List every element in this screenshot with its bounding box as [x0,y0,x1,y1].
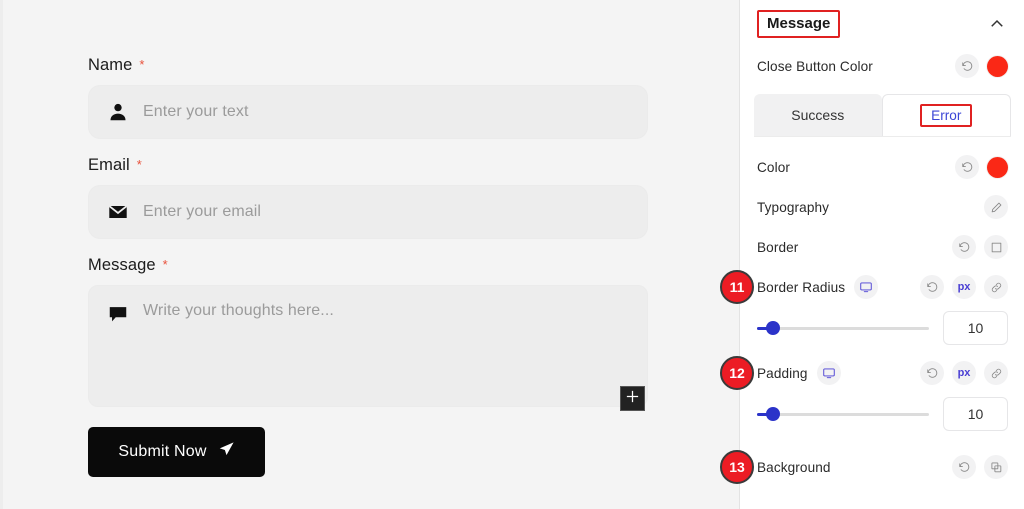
email-required-asterisk: * [136,157,142,172]
message-placeholder: Write your thoughts here... [143,302,334,319]
close-button-color-label: Close Button Color [757,58,873,74]
submit-button[interactable]: Submit Now [88,427,265,477]
border-box-icon[interactable] [984,235,1008,259]
form-field-message: Message * Write your thoughts here... [88,256,648,407]
envelope-icon [107,201,129,223]
border-radius-slider[interactable] [757,319,929,337]
close-button-color-row: Close Button Color [740,44,1023,88]
typography-label: Typography [757,199,830,215]
typography-row: Typography [740,187,1023,227]
slider-thumb[interactable] [766,321,781,335]
name-required-asterisk: * [139,57,145,72]
reset-icon[interactable] [955,155,979,179]
callout-badge-12: 12 [720,356,754,390]
settings-panel: Message Close Button Color Success Error [720,0,1023,509]
border-radius-row: 11 Border Radius px [720,267,1023,307]
reset-icon[interactable] [952,235,976,259]
email-label-text: Email [88,156,130,174]
monitor-icon[interactable] [816,361,841,385]
panel-header: Message [740,0,1023,44]
callout-badge-11: 11 [720,270,754,304]
border-row: Border [740,227,1023,267]
callout-badge-13: 13 [720,450,754,484]
user-icon [107,101,129,123]
message-label: Message * [88,256,648,275]
name-input[interactable]: Enter your text [88,85,648,139]
message-textarea[interactable]: Write your thoughts here... [88,285,648,407]
border-radius-label: Border Radius [757,279,846,295]
email-input[interactable]: Enter your email [88,185,648,239]
reset-icon[interactable] [920,361,944,385]
message-required-asterisk: * [162,257,168,272]
email-placeholder: Enter your email [143,203,262,220]
unit-px-button[interactable]: px [952,275,976,299]
form-field-email: Email * Enter your email [88,156,648,239]
close-button-color-swatch[interactable] [987,55,1008,77]
reset-icon[interactable] [920,275,944,299]
slider-thumb[interactable] [766,407,781,421]
padding-label: Padding [757,365,808,381]
email-label: Email * [88,156,648,175]
state-tabs: Success Error [740,94,1023,136]
contact-form: Name * Enter your text Email * Enter you… [88,56,648,477]
form-preview-canvas: Name * Enter your text Email * Enter you… [0,0,740,509]
add-widget-button[interactable] [620,386,645,411]
monitor-icon[interactable] [854,275,879,299]
name-placeholder: Enter your text [143,103,249,120]
tab-success-label: Success [791,107,845,123]
layers-icon[interactable] [984,455,1008,479]
border-label: Border [757,239,799,255]
unit-px-label: px [957,366,971,379]
submit-button-label: Submit Now [118,443,207,460]
reset-icon[interactable] [952,455,976,479]
slider-track [757,412,929,416]
tab-success[interactable]: Success [754,94,882,136]
color-label: Color [757,159,790,175]
name-label: Name * [88,56,648,75]
chevron-up-icon[interactable] [988,15,1006,33]
send-icon [218,441,235,463]
pencil-icon[interactable] [984,195,1008,219]
app-root: Name * Enter your text Email * Enter you… [0,0,1024,509]
unit-px-label: px [957,280,971,293]
background-label: Background [757,459,831,475]
message-label-text: Message [88,256,156,274]
unit-px-button[interactable]: px [952,361,976,385]
link-icon[interactable] [984,361,1008,385]
border-radius-value-input[interactable]: 10 [943,311,1008,345]
chat-bubble-icon [107,303,129,325]
link-icon[interactable] [984,275,1008,299]
padding-value-input[interactable]: 10 [943,397,1008,431]
border-radius-slider-row: 10 [740,307,1023,349]
color-row: Color [740,147,1023,187]
padding-slider-row: 10 [740,393,1023,435]
tab-error-label: Error [920,103,973,128]
padding-slider[interactable] [757,405,929,423]
slider-track [757,326,929,330]
form-field-name: Name * Enter your text [88,56,648,139]
padding-row: 12 Padding px [720,353,1023,393]
panel-title: Message [757,10,841,38]
name-label-text: Name [88,56,133,74]
plus-icon [625,389,640,409]
background-row: 13 Background [720,445,1023,489]
reset-icon[interactable] [955,54,979,78]
color-swatch[interactable] [987,156,1008,178]
tab-error[interactable]: Error [881,94,1011,136]
